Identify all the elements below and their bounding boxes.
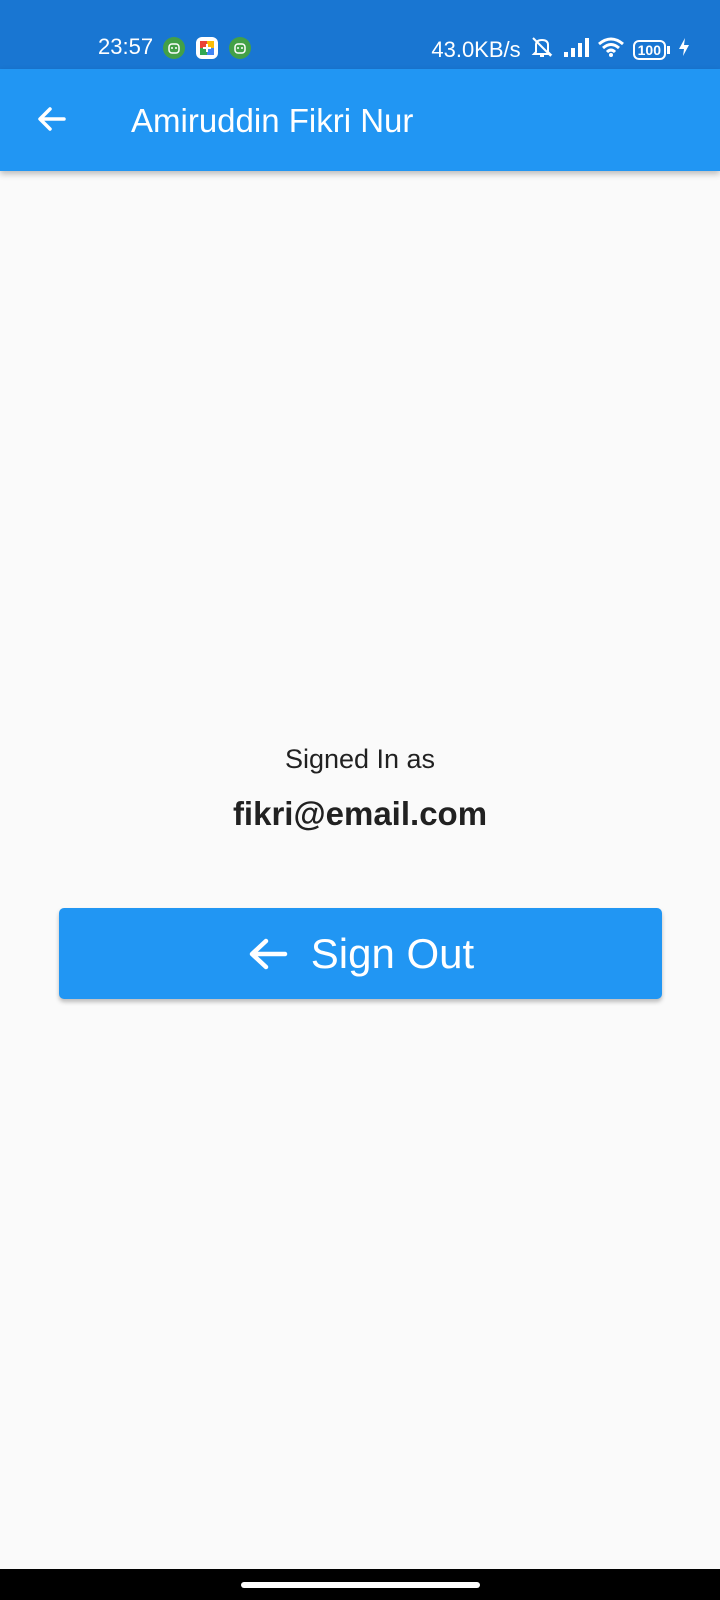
system-nav-bar — [0, 1569, 720, 1600]
sign-out-label: Sign Out — [310, 929, 475, 977]
wifi-icon — [597, 36, 625, 64]
network-speed: 43.0KB/s — [431, 37, 521, 62]
colorful-app-icon — [196, 37, 218, 59]
signal-icon — [563, 36, 589, 64]
android-app-icon — [229, 37, 251, 59]
user-email: fikri@email.com — [232, 795, 488, 832]
battery-level: 100 — [632, 40, 666, 60]
signed-in-label: Signed In as — [284, 744, 436, 774]
status-bar: 23:57 43.0KB/s 100 — [0, 0, 720, 69]
notification-icons — [163, 37, 251, 59]
sign-out-button[interactable]: Sign Out — [59, 908, 662, 999]
android-app-icon — [163, 37, 185, 59]
muted-bell-icon — [529, 34, 555, 66]
battery-icon: 100 — [632, 40, 670, 60]
back-button[interactable] — [30, 97, 74, 141]
status-indicators: 43.0KB/s 100 — [431, 34, 690, 66]
status-time: 23:57 — [98, 34, 154, 59]
page-title: Amiruddin Fikri Nur — [131, 102, 414, 139]
home-indicator[interactable] — [241, 1582, 480, 1588]
arrow-back-icon — [249, 938, 288, 969]
app-bar: Amiruddin Fikri Nur — [0, 69, 720, 171]
charging-icon — [678, 37, 690, 63]
arrow-back-icon — [38, 107, 66, 131]
